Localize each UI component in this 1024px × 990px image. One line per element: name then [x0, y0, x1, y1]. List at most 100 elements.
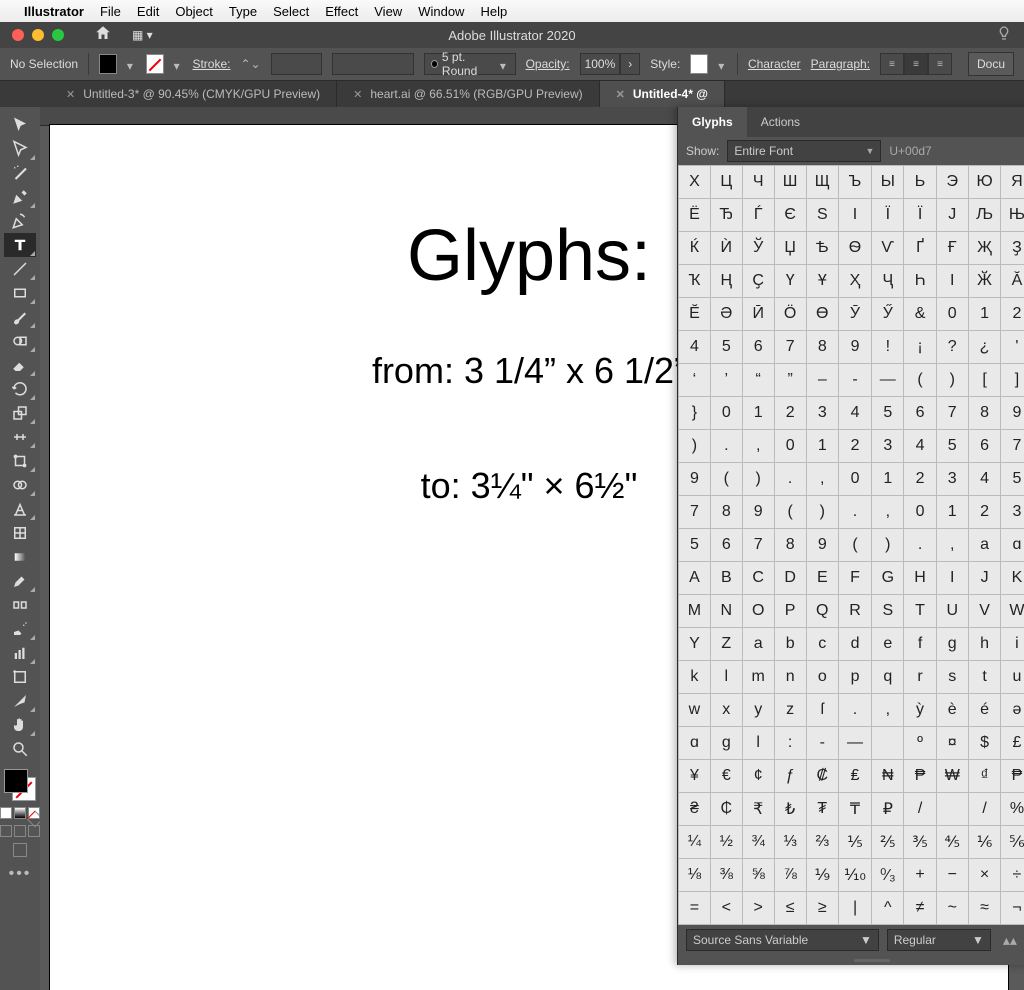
- glyph-cell[interactable]: 6: [742, 331, 774, 364]
- glyph-cell[interactable]: 5: [936, 430, 968, 463]
- glyph-cell[interactable]: 6: [904, 397, 936, 430]
- glyph-cell[interactable]: ¿: [968, 331, 1000, 364]
- glyph-cell[interactable]: –: [806, 364, 838, 397]
- glyph-cell[interactable]: Ә: [710, 298, 742, 331]
- glyph-cell[interactable]: 3: [1001, 496, 1024, 529]
- line-tool[interactable]: [4, 257, 36, 281]
- gradient-button[interactable]: [14, 807, 26, 819]
- glyph-cell[interactable]: Ҙ: [1001, 232, 1024, 265]
- glyph-cell[interactable]: Ң: [710, 265, 742, 298]
- glyph-cell[interactable]: ¼: [679, 826, 711, 859]
- glyph-cell[interactable]: −: [936, 859, 968, 892]
- rectangle-tool[interactable]: [4, 281, 36, 305]
- arrange-documents[interactable]: ▦ ▾: [132, 28, 153, 42]
- glyph-cell[interactable]: ]: [1001, 364, 1024, 397]
- glyph-cell[interactable]: ': [1001, 331, 1024, 364]
- glyph-cell[interactable]: ₫: [968, 760, 1000, 793]
- glyph-cell[interactable]: ₵: [710, 793, 742, 826]
- glyph-cell[interactable]: 5: [679, 529, 711, 562]
- glyph-cell[interactable]: Я: [1001, 166, 1024, 199]
- glyph-cell[interactable]: 4: [968, 463, 1000, 496]
- glyph-cell[interactable]: ≈: [968, 892, 1000, 925]
- blend-tool[interactable]: [4, 593, 36, 617]
- glyph-cell[interactable]: 9: [838, 331, 871, 364]
- glyph-cell[interactable]: <: [710, 892, 742, 925]
- glyph-cell[interactable]: 1: [872, 463, 904, 496]
- glyph-cell[interactable]: b: [774, 628, 806, 661]
- glyph-cell[interactable]: ⅖: [872, 826, 904, 859]
- glyph-cell[interactable]: 7: [936, 397, 968, 430]
- glyph-cell[interactable]: 0: [774, 430, 806, 463]
- glyph-cell[interactable]: І: [936, 265, 968, 298]
- style-dropdown[interactable]: ▾: [718, 59, 727, 69]
- glyph-cell[interactable]: І: [838, 199, 871, 232]
- glyph-cell[interactable]: c: [806, 628, 838, 661]
- glyph-cell[interactable]: N: [710, 595, 742, 628]
- glyph-cell[interactable]: z: [774, 694, 806, 727]
- glyph-cell[interactable]: (: [904, 364, 936, 397]
- glyph-cell[interactable]: Q: [806, 595, 838, 628]
- glyph-cell[interactable]: ₹: [742, 793, 774, 826]
- maximize-window[interactable]: [52, 29, 64, 41]
- glyph-cell[interactable]: Ҷ: [872, 265, 904, 298]
- glyph-cell[interactable]: 2: [838, 430, 871, 463]
- glyph-cell[interactable]: Ғ: [936, 232, 968, 265]
- glyph-cell[interactable]: ə: [1001, 694, 1024, 727]
- glyph-cell[interactable]: 2: [904, 463, 936, 496]
- glyph-cell[interactable]: x: [710, 694, 742, 727]
- symbol-sprayer-tool[interactable]: [4, 617, 36, 641]
- close-tab-icon[interactable]: ✕: [66, 88, 75, 101]
- glyph-cell[interactable]: Ґ: [904, 232, 936, 265]
- glyph-cell[interactable]: 0: [936, 298, 968, 331]
- glyph-cell[interactable]: ⅚: [1001, 826, 1024, 859]
- glyph-cell[interactable]: 1: [742, 397, 774, 430]
- glyph-cell[interactable]: V: [968, 595, 1000, 628]
- glyph-cell[interactable]: s: [936, 661, 968, 694]
- width-tool[interactable]: [4, 425, 36, 449]
- glyph-cell[interactable]: 5: [872, 397, 904, 430]
- glyph-cell[interactable]: ɑ: [1001, 529, 1024, 562]
- glyph-cell[interactable]: €: [710, 760, 742, 793]
- glyph-cell[interactable]: Ұ: [806, 265, 838, 298]
- magic-wand-tool[interactable]: [4, 161, 36, 185]
- glyph-cell[interactable]: .: [774, 463, 806, 496]
- glyph-cell[interactable]: —: [872, 364, 904, 397]
- glyph-cell[interactable]: e: [872, 628, 904, 661]
- stroke-stepper[interactable]: ⌃⌄: [240, 57, 260, 71]
- glyph-cell[interactable]: 9: [679, 463, 711, 496]
- glyph-cell[interactable]: ¤: [936, 727, 968, 760]
- glyph-cell[interactable]: ₮: [806, 793, 838, 826]
- glyph-cell[interactable]: ≥: [806, 892, 838, 925]
- glyph-cell[interactable]: T: [904, 595, 936, 628]
- artboard-tool[interactable]: [4, 665, 36, 689]
- menu-file[interactable]: File: [100, 4, 121, 19]
- glyph-cell[interactable]: Х: [679, 166, 711, 199]
- glyph-cell[interactable]: Ү: [774, 265, 806, 298]
- pen-tool[interactable]: [4, 185, 36, 209]
- glyph-cell[interactable]: A: [679, 562, 711, 595]
- glyph-cell[interactable]: 0: [904, 496, 936, 529]
- glyph-cell[interactable]: ): [806, 496, 838, 529]
- glyph-cell[interactable]: S: [872, 595, 904, 628]
- glyph-cell[interactable]: ≠: [904, 892, 936, 925]
- glyph-cell[interactable]: r: [904, 661, 936, 694]
- glyph-cell[interactable]: ⅜: [710, 859, 742, 892]
- glyph-cell[interactable]: %: [1001, 793, 1024, 826]
- glyph-cell[interactable]: ^: [872, 892, 904, 925]
- glyph-cell[interactable]: Ч: [742, 166, 774, 199]
- glyph-cell[interactable]: ÷: [1001, 859, 1024, 892]
- search-help-icon[interactable]: [996, 25, 1012, 46]
- draw-behind[interactable]: [14, 825, 26, 837]
- document-tab[interactable]: ✕Untitled-4* @: [600, 81, 725, 107]
- glyph-cell[interactable]: Ӑ: [1001, 265, 1024, 298]
- zoom-tool[interactable]: [4, 737, 36, 761]
- menu-edit[interactable]: Edit: [137, 4, 159, 19]
- glyph-cell[interactable]: Ӧ: [774, 298, 806, 331]
- variable-width-profile[interactable]: 5 pt. Round▾: [424, 53, 516, 75]
- close-window[interactable]: [12, 29, 24, 41]
- perspective-tool[interactable]: [4, 497, 36, 521]
- glyph-cell[interactable]: C: [742, 562, 774, 595]
- glyph-cell[interactable]: 2: [774, 397, 806, 430]
- close-tab-icon[interactable]: ✕: [616, 88, 625, 101]
- glyph-cell[interactable]: ?: [936, 331, 968, 364]
